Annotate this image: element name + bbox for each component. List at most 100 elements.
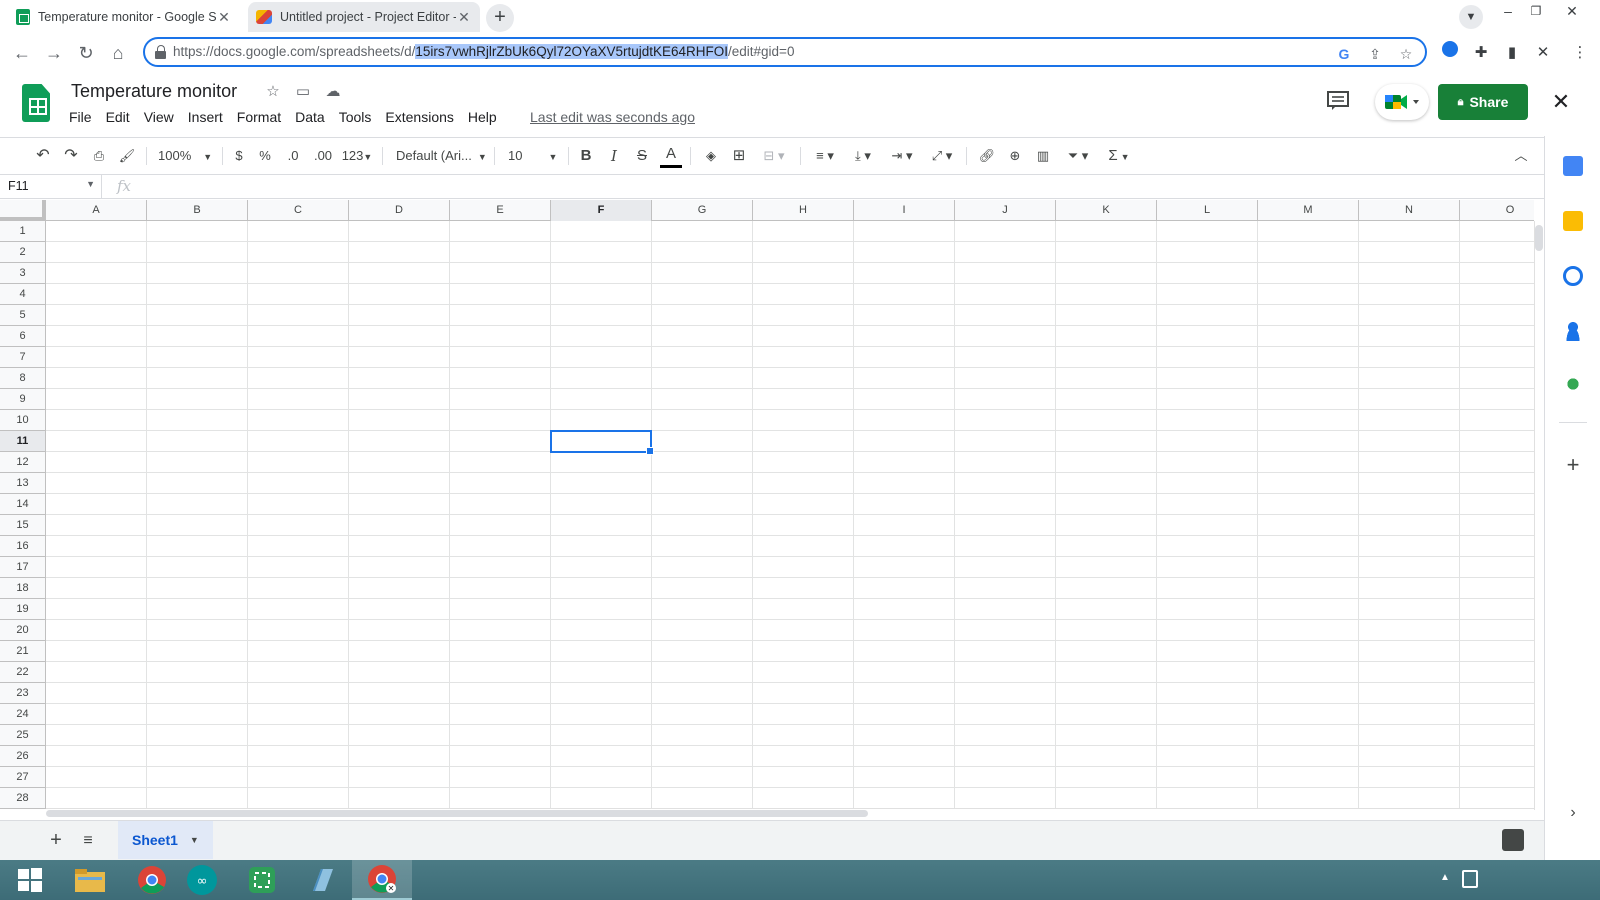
- google-lens-icon[interactable]: G: [1333, 43, 1355, 65]
- name-box[interactable]: F11 ▼: [0, 175, 102, 199]
- column-header-o[interactable]: O: [1460, 200, 1534, 221]
- undo-icon[interactable]: ↶: [32, 144, 54, 168]
- horizontal-scroll-thumb[interactable]: [46, 810, 868, 817]
- tasks-icon[interactable]: [1563, 266, 1583, 286]
- decrease-decimal-button[interactable]: .0: [282, 144, 304, 168]
- address-bar[interactable]: https://docs.google.com/spreadsheets/d/1…: [143, 37, 1427, 67]
- column-header-e[interactable]: E: [450, 200, 551, 221]
- row-header-27[interactable]: 27: [0, 767, 46, 788]
- maps-icon[interactable]: [1563, 376, 1583, 396]
- chrome-active-window-icon[interactable]: ✕: [352, 860, 412, 900]
- tab-search-chevron-icon[interactable]: ▼: [1459, 5, 1483, 29]
- share-button[interactable]: 🔒︎ Share: [1438, 84, 1528, 120]
- row-header-3[interactable]: 3: [0, 263, 46, 284]
- row-header-2[interactable]: 2: [0, 242, 46, 263]
- column-header-g[interactable]: G: [652, 200, 753, 221]
- column-header-h[interactable]: H: [753, 200, 854, 221]
- back-arrow-icon[interactable]: ←: [8, 39, 36, 67]
- row-header-17[interactable]: 17: [0, 557, 46, 578]
- menu-view[interactable]: View: [137, 107, 181, 127]
- column-header-b[interactable]: B: [147, 200, 248, 221]
- extension-profile-icon[interactable]: [1438, 41, 1462, 65]
- document-title[interactable]: Temperature monitor: [71, 81, 237, 102]
- home-icon[interactable]: ⌂: [104, 39, 132, 67]
- column-header-k[interactable]: K: [1056, 200, 1157, 221]
- functions-button[interactable]: Σ ▼: [1104, 144, 1134, 168]
- sheet-tab-sheet1[interactable]: Sheet1 ▼: [118, 821, 213, 859]
- row-header-28[interactable]: 28: [0, 788, 46, 809]
- vertical-scrollbar[interactable]: [1534, 221, 1544, 810]
- menu-extensions[interactable]: Extensions: [378, 107, 460, 127]
- row-header-4[interactable]: 4: [0, 284, 46, 305]
- move-folder-icon[interactable]: ▭: [292, 81, 314, 103]
- paint-format-icon[interactable]: 🖌︎: [116, 144, 138, 168]
- column-header-l[interactable]: L: [1157, 200, 1258, 221]
- column-header-c[interactable]: C: [248, 200, 349, 221]
- more-formats-button[interactable]: 123▼: [340, 144, 374, 168]
- print-icon[interactable]: ⎙: [88, 144, 110, 168]
- expand-panel-chevron-icon[interactable]: ›: [1562, 804, 1584, 822]
- menu-insert[interactable]: Insert: [181, 107, 230, 127]
- last-edit-link[interactable]: Last edit was seconds ago: [530, 109, 695, 125]
- star-icon[interactable]: ☆: [262, 81, 284, 103]
- row-header-14[interactable]: 14: [0, 494, 46, 515]
- arduino-icon[interactable]: ∞: [172, 860, 232, 900]
- menu-format[interactable]: Format: [230, 107, 288, 127]
- row-header-16[interactable]: 16: [0, 536, 46, 557]
- row-header-19[interactable]: 19: [0, 599, 46, 620]
- all-sheets-menu-icon[interactable]: ≡: [76, 829, 100, 853]
- column-header-m[interactable]: M: [1258, 200, 1359, 221]
- sheets-logo-icon[interactable]: [22, 84, 50, 122]
- bookmark-star-icon[interactable]: ☆: [1395, 43, 1417, 65]
- row-header-25[interactable]: 25: [0, 725, 46, 746]
- notepad-app-icon[interactable]: [292, 860, 352, 900]
- column-header-n[interactable]: N: [1359, 200, 1460, 221]
- zoom-select[interactable]: 100% ▼: [158, 144, 214, 168]
- collapse-toolbar-icon[interactable]: ︿: [1510, 144, 1532, 168]
- url-text[interactable]: https://docs.google.com/spreadsheets/d/1…: [173, 44, 794, 59]
- row-header-12[interactable]: 12: [0, 452, 46, 473]
- tools-extension-icon[interactable]: ✕: [1531, 41, 1555, 65]
- formula-input[interactable]: [150, 178, 1530, 196]
- explore-icon[interactable]: [1502, 829, 1524, 851]
- close-window-icon[interactable]: ✕: [1558, 0, 1586, 24]
- row-header-24[interactable]: 24: [0, 704, 46, 725]
- menu-help[interactable]: Help: [461, 107, 504, 127]
- row-header-13[interactable]: 13: [0, 473, 46, 494]
- text-wrapping-icon[interactable]: ⇥ ▾: [886, 144, 918, 168]
- active-cell-selection[interactable]: [550, 430, 654, 455]
- borders-icon[interactable]: ⊞: [728, 144, 750, 168]
- new-tab-button[interactable]: +: [486, 4, 514, 32]
- screen-capture-app-icon[interactable]: [232, 860, 292, 900]
- italic-button[interactable]: I: [604, 144, 624, 168]
- column-header-a[interactable]: A: [46, 200, 147, 221]
- insert-chart-icon[interactable]: ▥: [1032, 144, 1054, 168]
- share-page-icon[interactable]: ⇪: [1364, 43, 1386, 65]
- row-header-20[interactable]: 20: [0, 620, 46, 641]
- vertical-scroll-thumb[interactable]: [1535, 225, 1543, 251]
- close-tab-icon[interactable]: ✕: [456, 9, 472, 26]
- comment-history-icon[interactable]: [1326, 90, 1352, 112]
- row-header-7[interactable]: 7: [0, 347, 46, 368]
- browser-tab-sheets[interactable]: Temperature monitor - Google S ✕: [8, 2, 240, 32]
- row-header-18[interactable]: 18: [0, 578, 46, 599]
- file-explorer-icon[interactable]: [60, 860, 120, 900]
- minimize-icon[interactable]: –: [1494, 0, 1522, 24]
- vertical-align-icon[interactable]: ⤓ ▾: [848, 144, 878, 168]
- column-header-j[interactable]: J: [955, 200, 1056, 221]
- column-header-i[interactable]: I: [854, 200, 955, 221]
- select-all-corner[interactable]: [0, 200, 46, 221]
- column-header-f[interactable]: F: [551, 200, 652, 221]
- menu-edit[interactable]: Edit: [99, 107, 137, 127]
- currency-format-button[interactable]: $: [230, 144, 248, 168]
- row-header-5[interactable]: 5: [0, 305, 46, 326]
- reload-icon[interactable]: ↻: [72, 39, 100, 67]
- battery-icon[interactable]: [1462, 870, 1478, 888]
- add-sheet-button[interactable]: +: [44, 829, 68, 853]
- merge-cells-icon[interactable]: ⊟ ▾: [756, 144, 792, 168]
- close-tab-icon[interactable]: ✕: [216, 9, 232, 26]
- chevron-down-icon[interactable]: ▼: [190, 835, 199, 845]
- row-header-1[interactable]: 1: [0, 221, 46, 242]
- row-header-23[interactable]: 23: [0, 683, 46, 704]
- cell-area[interactable]: [46, 221, 1534, 810]
